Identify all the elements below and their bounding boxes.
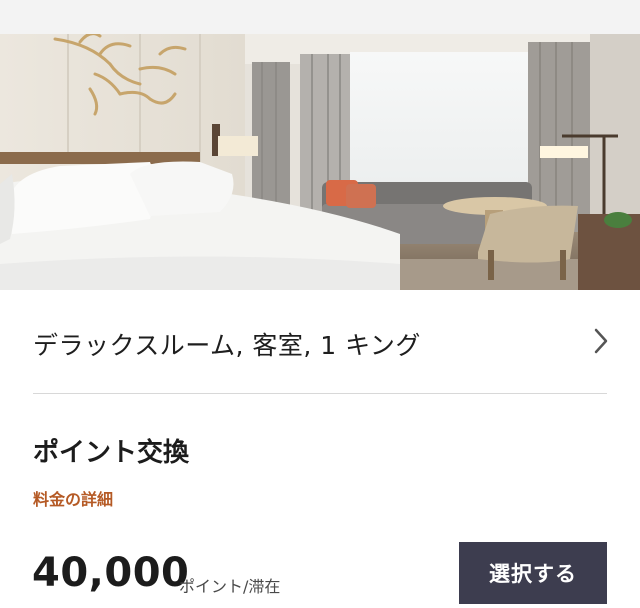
room-type-row[interactable]: デラックスルーム, 客室, 1 キング: [0, 290, 640, 394]
top-bar: [0, 0, 640, 34]
points-price: 40,000: [32, 550, 190, 596]
room-photo-image: [0, 34, 640, 290]
divider: [33, 393, 607, 394]
rate-details-link[interactable]: 料金の詳細: [33, 486, 113, 510]
chevron-right-icon[interactable]: [588, 326, 612, 356]
room-title: デラックスルーム, 客室, 1 キング: [33, 331, 421, 360]
room-photo[interactable]: [0, 34, 640, 290]
redemption-title: ポイント交換: [33, 438, 190, 468]
select-button[interactable]: 選択する: [459, 542, 607, 604]
points-unit: ポイント/滞在: [179, 577, 281, 596]
